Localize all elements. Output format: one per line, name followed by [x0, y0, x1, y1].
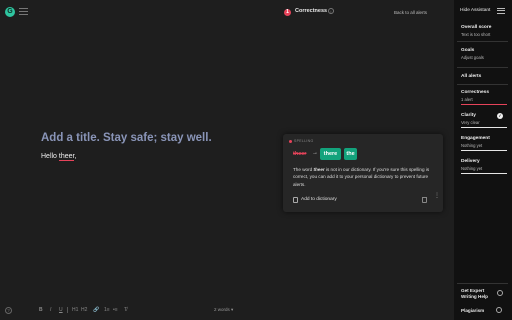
collapse-panel-icon[interactable]	[497, 8, 505, 14]
card-explanation: The word theer is not in our dictionary.…	[293, 166, 439, 188]
engagement-progress-bar	[461, 150, 507, 152]
hide-assistant-button[interactable]: Hide Assistant	[460, 8, 490, 13]
underline-button[interactable]: U	[59, 307, 63, 313]
info-icon[interactable]: i	[328, 8, 334, 14]
sidebar-divider	[457, 67, 508, 68]
suggestion-card[interactable]: SPELLING theer → there the The word thee…	[283, 134, 443, 212]
heading1-button[interactable]: H1	[72, 307, 78, 313]
sidebar-item-delivery-sub: Nothing yet	[461, 166, 483, 171]
expert-help-link[interactable]: Get Expert Writing Help	[461, 288, 501, 300]
clarity-progress-bar	[461, 127, 507, 129]
misspelled-word[interactable]: theer	[58, 153, 75, 161]
book-icon[interactable]	[293, 197, 298, 203]
grammarly-logo-icon[interactable]: G	[5, 7, 15, 17]
sidebar-item-correctness[interactable]: Correctness	[461, 90, 489, 95]
link-icon[interactable]: 🔗	[93, 307, 99, 313]
toolbar-divider	[67, 307, 68, 313]
sidebar-item-correctness-sub: 1 alert	[461, 97, 473, 102]
sidebar-divider	[457, 84, 508, 85]
sidebar-item-delivery[interactable]: Delivery	[461, 159, 480, 164]
sidebar-divider	[457, 283, 508, 284]
sidebar-item-engagement[interactable]: Engagement	[461, 136, 490, 141]
italic-button[interactable]: I	[50, 307, 51, 313]
bullet-list-icon[interactable]: •≡	[113, 307, 118, 313]
sidebar-divider	[457, 41, 508, 42]
alert-count-badge: 1	[284, 9, 291, 16]
plagiarism-link[interactable]: Plagiarism	[461, 308, 484, 313]
back-to-all-alerts-link[interactable]: Back to all alerts	[394, 10, 427, 15]
correctness-progress-bar	[461, 104, 507, 106]
overall-score-title[interactable]: Overall score	[461, 25, 491, 30]
explanation-word: theer	[313, 167, 325, 172]
heading2-button[interactable]: H2	[81, 307, 87, 313]
sidebar-item-clarity[interactable]: Clarity	[461, 113, 476, 118]
suggestion-button-there[interactable]: there	[320, 148, 341, 160]
check-icon: ✓	[497, 113, 503, 119]
alert-dot-icon	[289, 139, 292, 143]
delivery-progress-bar	[461, 173, 507, 175]
body-text-suffix: ,	[74, 153, 77, 160]
trash-icon[interactable]	[422, 197, 427, 203]
suggestion-button-the[interactable]: the	[344, 148, 357, 160]
goals-sub[interactable]: Adjust goals	[461, 55, 484, 60]
ordered-list-icon[interactable]: 1≡	[104, 307, 110, 313]
explanation-text: The word	[293, 167, 314, 172]
plagiarism-search-icon[interactable]	[496, 307, 502, 313]
card-category-tag: SPELLING	[289, 139, 314, 143]
goals-title[interactable]: Goals	[461, 48, 474, 53]
card-tag-label: SPELLING	[294, 139, 314, 143]
category-title: Correctness	[295, 8, 328, 14]
clear-formatting-icon[interactable]: T̸	[124, 307, 127, 313]
more-options-icon[interactable]: ⋮	[434, 193, 440, 199]
document-title-placeholder[interactable]: Add a title. Stay safe; stay well.	[41, 132, 212, 144]
word-count[interactable]: 2 words ▾	[214, 307, 233, 313]
help-icon[interactable]: ?	[5, 307, 12, 314]
body-text: Hello	[41, 153, 59, 160]
document-body[interactable]: Hello theer,	[41, 153, 77, 161]
document-menu-icon[interactable]	[19, 8, 28, 16]
person-icon[interactable]	[497, 290, 503, 296]
arrow-right-icon: →	[312, 150, 318, 156]
bold-button[interactable]: B	[39, 307, 43, 313]
original-word: theer	[293, 151, 307, 157]
overall-score-sub: Text is too short	[461, 32, 491, 37]
add-to-dictionary-button[interactable]: Add to dictionary	[301, 197, 337, 202]
sidebar-item-engagement-sub: Nothing yet	[461, 143, 483, 148]
sidebar-item-clarity-sub: Very clear	[461, 120, 480, 125]
all-alerts-title[interactable]: All alerts	[461, 74, 481, 79]
